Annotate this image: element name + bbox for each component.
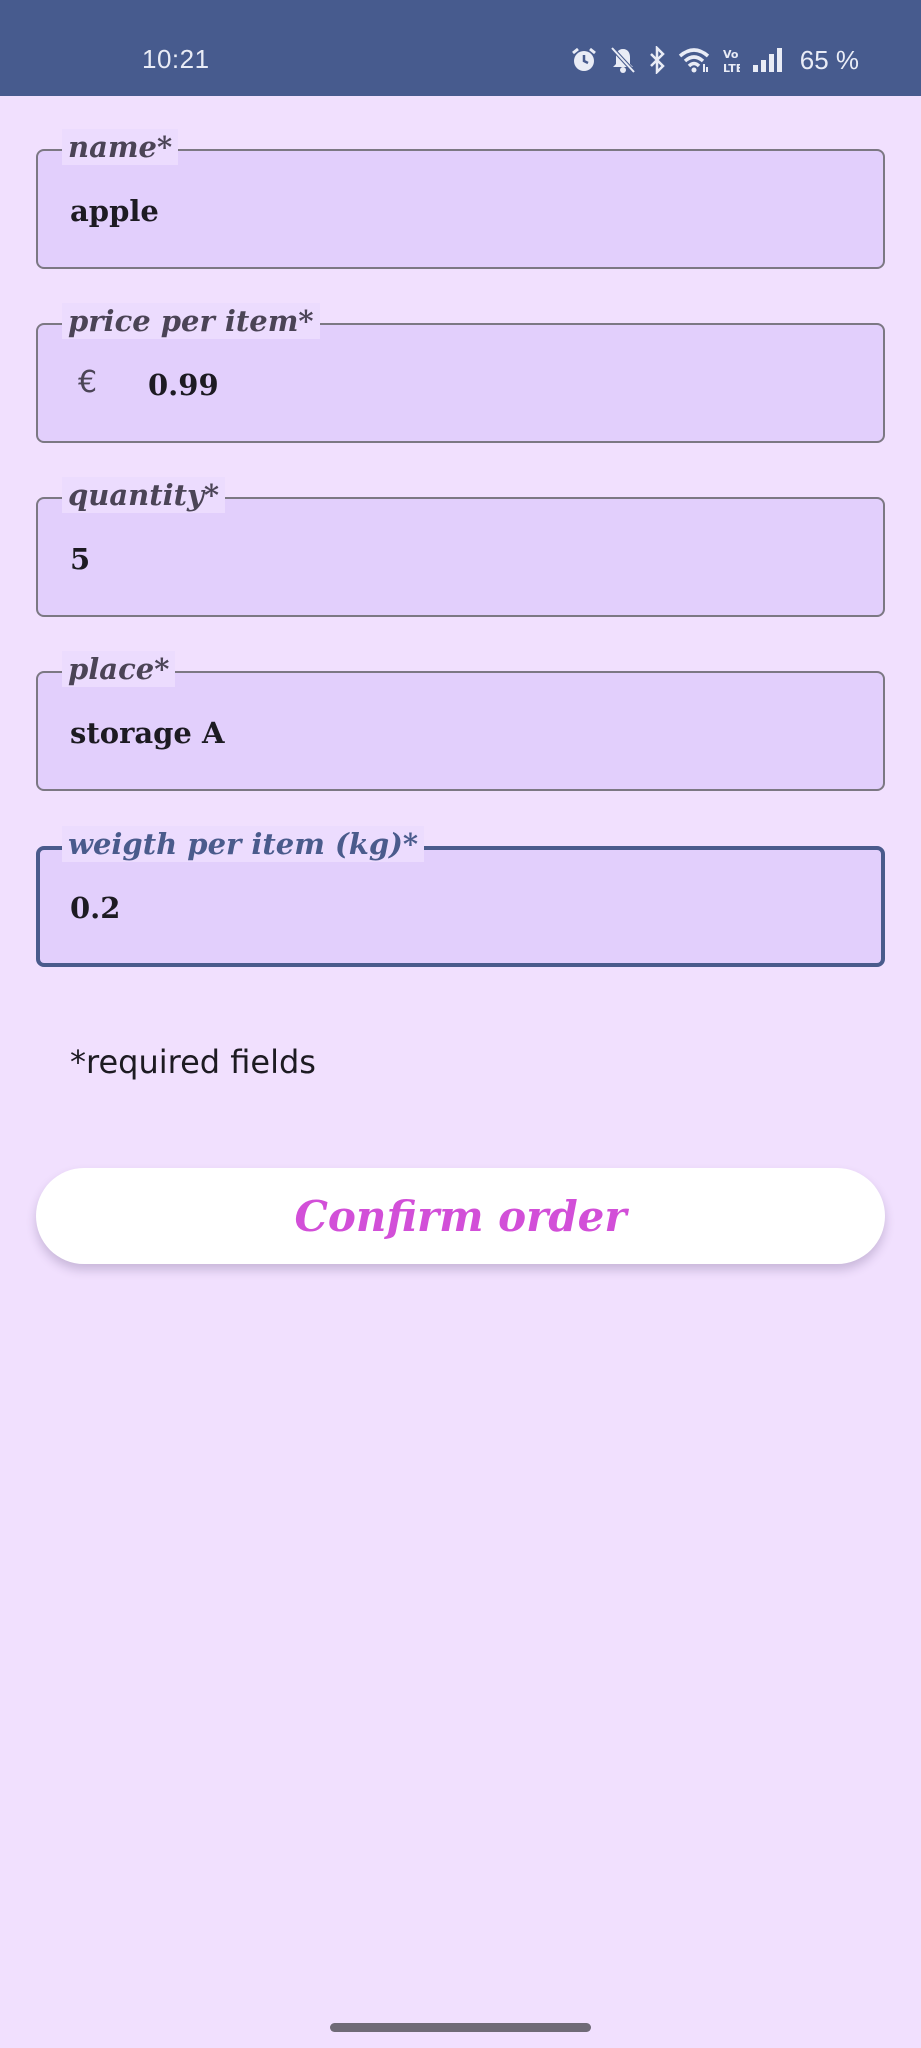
weight-field[interactable]: weigth per item (kg)* 0.2: [36, 826, 885, 967]
quantity-field[interactable]: quantity* 5: [36, 477, 885, 617]
required-fields-note: *required fields: [70, 1043, 316, 1081]
svg-text:LTE: LTE: [723, 62, 740, 74]
weight-value[interactable]: 0.2: [70, 890, 120, 926]
name-value[interactable]: apple: [70, 193, 159, 229]
name-label: name*: [62, 129, 179, 165]
weight-label: weigth per item (kg)*: [62, 826, 425, 862]
price-value[interactable]: 0.99: [148, 367, 219, 403]
wifi-icon: [678, 47, 710, 73]
status-time: 10:21: [142, 44, 210, 74]
bell-off-icon: [610, 46, 636, 74]
price-field[interactable]: price per item* € 0.99: [36, 303, 885, 443]
place-label: place*: [62, 651, 176, 687]
name-field[interactable]: name* apple: [36, 129, 885, 269]
bluetooth-icon: [648, 46, 666, 74]
status-icons: Vo LTE 65 %: [570, 42, 859, 78]
price-label: price per item*: [62, 303, 320, 339]
place-value[interactable]: storage A: [70, 715, 224, 751]
home-indicator[interactable]: [330, 2023, 591, 2032]
place-field[interactable]: place* storage A: [36, 651, 885, 791]
confirm-order-button[interactable]: Confirm order: [36, 1168, 885, 1264]
svg-text:Vo: Vo: [723, 48, 739, 61]
battery-level: 65 %: [799, 44, 859, 75]
status-bar: 10:21 Vo LTE 65 %: [0, 0, 921, 96]
alarm-icon: [570, 46, 598, 74]
signal-icon: [752, 47, 784, 73]
volte-icon: Vo LTE: [722, 46, 740, 74]
euro-prefix: €: [78, 365, 98, 400]
quantity-label: quantity*: [62, 477, 226, 513]
quantity-value[interactable]: 5: [70, 541, 90, 577]
